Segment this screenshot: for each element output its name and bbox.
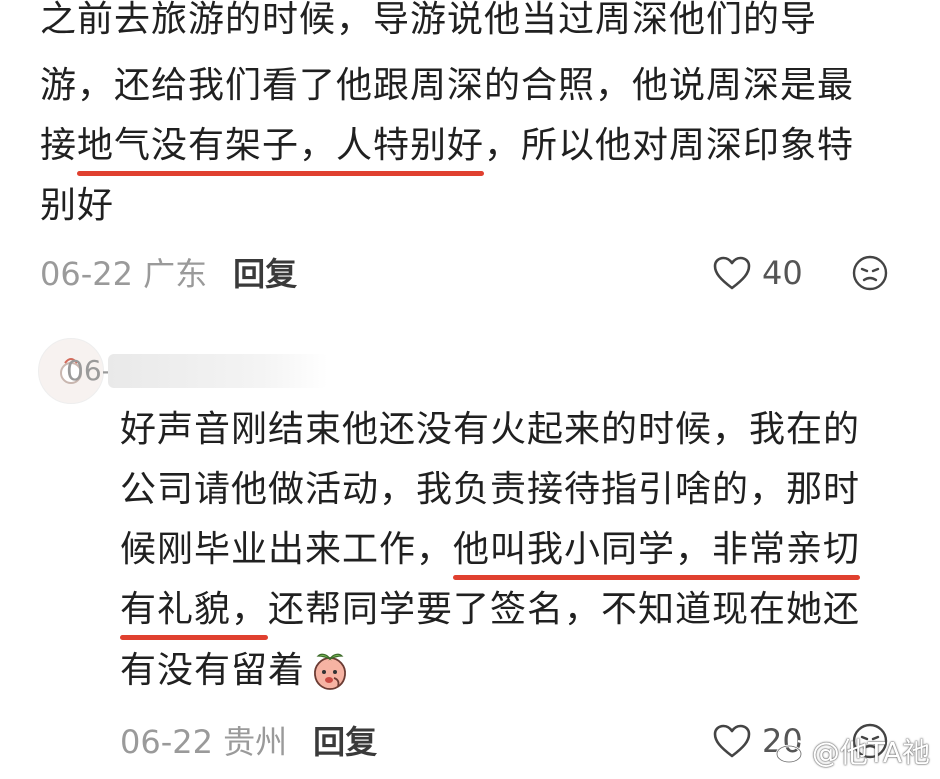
- comment1-line-3-before: 接: [40, 125, 78, 166]
- comment1-date-location: 06-22 广东: [40, 255, 208, 293]
- comment2-reply-button[interactable]: 回复: [313, 724, 377, 760]
- comment2-line-2: 公司请他做活动，我负责接待指引啥的，那时: [120, 469, 861, 510]
- comment1-line-3: 接地气没有架子，人特别好，所以他对周深印象特: [40, 125, 855, 176]
- comment1-line-2: 游，还给我们看了他跟周深的合照，他说周深是最: [40, 65, 855, 106]
- comment1-actions: 40: [712, 254, 889, 292]
- comment2-line-1: 好声音刚结束他还没有火起来的时候，我在的: [120, 409, 861, 450]
- comment1-line-1: 之前去旅游的时候，导游说他当过周深他们的导: [40, 0, 818, 40]
- comment1-reply-button[interactable]: 回复: [233, 256, 297, 292]
- comment2-line-5: 有没有留着: [120, 650, 351, 692]
- watermark: @他TA祂: [774, 731, 930, 771]
- comment1-like-count: 40: [762, 254, 803, 292]
- comment2-line-4: 有礼貌，还帮同学要了签名，不知道现在她还: [120, 589, 861, 640]
- comment2-line-4-after: 还帮同学要了签名，不知道现在她还: [268, 589, 861, 630]
- comment1-like-button[interactable]: 40: [712, 254, 803, 292]
- watermark-text: @他TA祂: [811, 736, 930, 769]
- weibo-icon: [775, 739, 806, 764]
- comment1-line-3-after: ，所以他对周深印象特: [484, 125, 855, 166]
- comment2-meta: 06-22 贵州 回复: [120, 724, 377, 760]
- peach-emoji-icon: [314, 653, 346, 690]
- heart-icon: [713, 256, 751, 290]
- face-emoji-icon[interactable]: [851, 254, 889, 292]
- comment2-highlight-1: 他叫我小同学，非常亲切: [453, 529, 861, 580]
- comment2-line-3-before: 候刚毕业出来工作，: [120, 529, 454, 570]
- comment2-username[interactable]: 06-: [66, 354, 112, 387]
- comment1-meta: 06-22 广东 回复: [40, 256, 297, 292]
- comment2-highlight-2: 有礼貌，: [120, 589, 269, 640]
- heart-icon: [713, 724, 751, 758]
- comment2-line-5-text: 有没有留着: [120, 650, 306, 691]
- comment2-line-3: 候刚毕业出来工作，他叫我小同学，非常亲切: [120, 529, 861, 580]
- username-redaction: [108, 354, 328, 388]
- comment2-date-location: 06-22 贵州: [120, 723, 288, 761]
- comment1-highlight: 地气没有架子，人特别好: [77, 125, 485, 176]
- comment1-line-4: 别好: [40, 185, 115, 226]
